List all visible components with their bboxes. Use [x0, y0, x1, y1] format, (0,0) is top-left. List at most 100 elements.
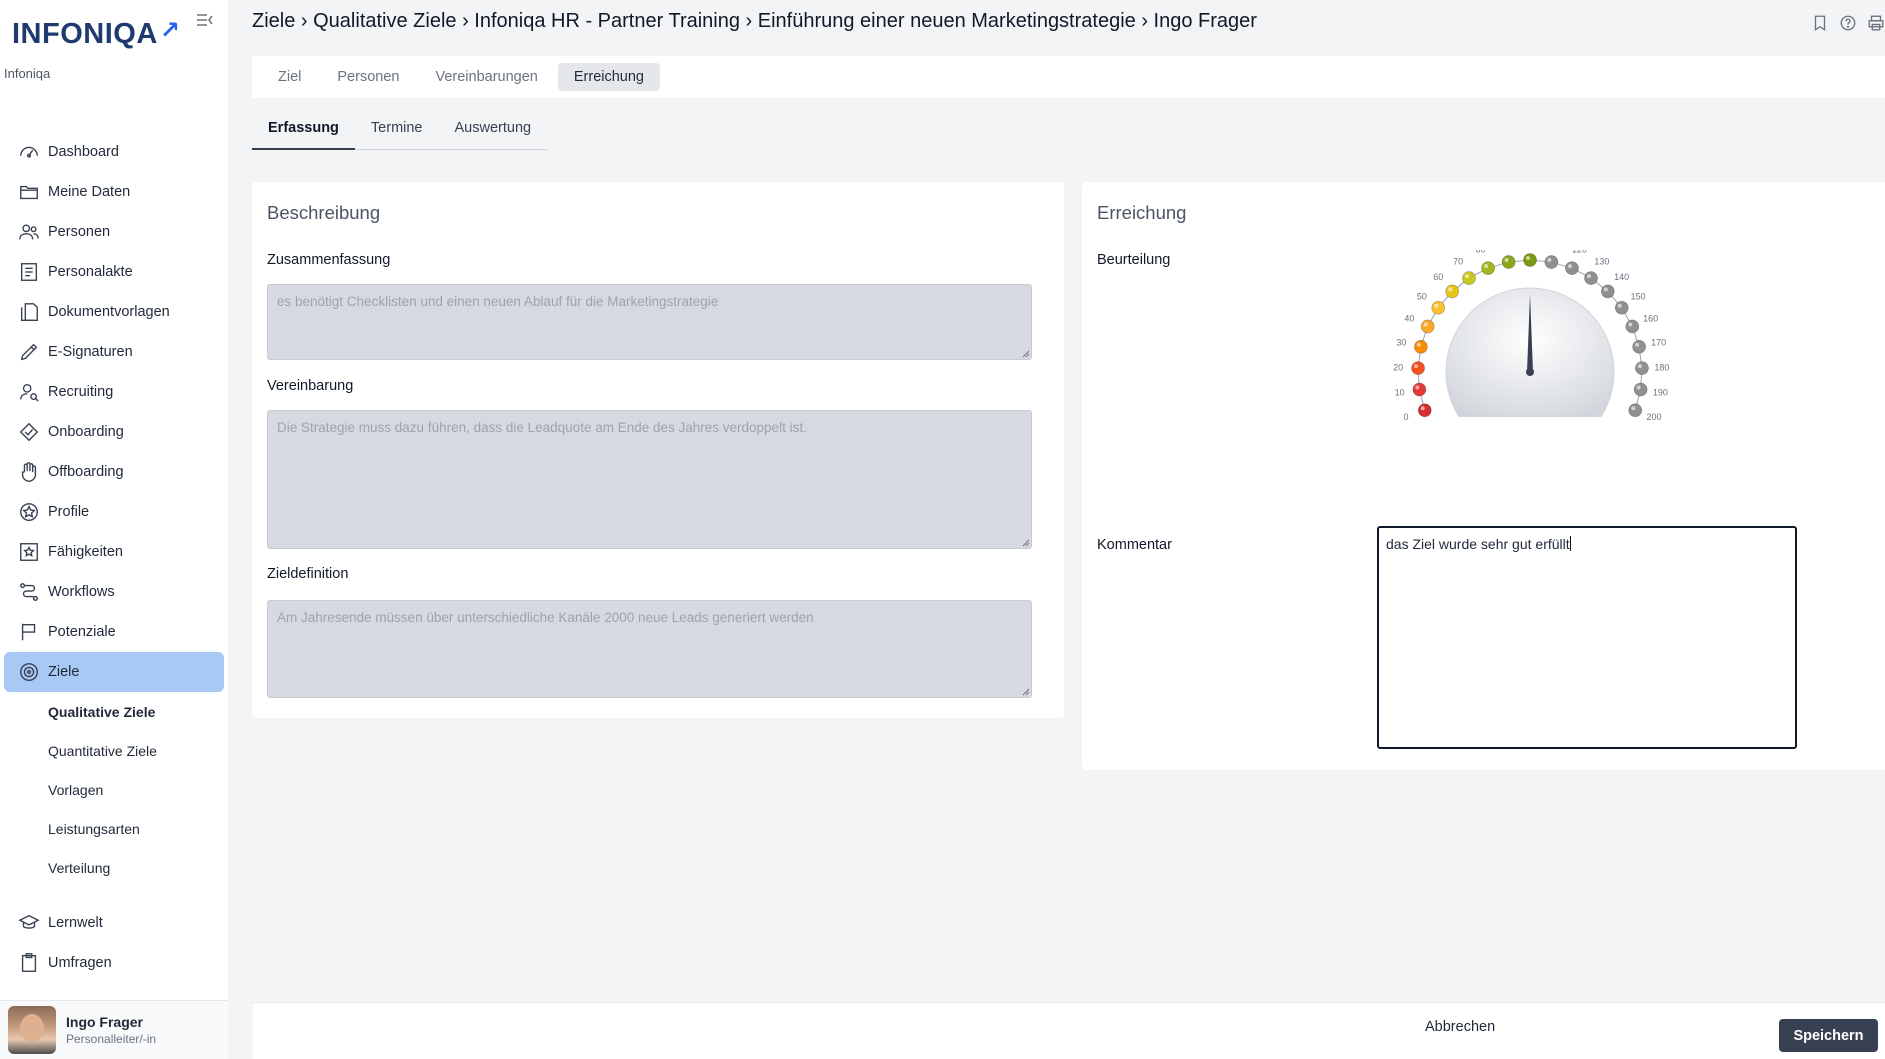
sidebar-item-label: Profile	[48, 504, 90, 520]
zusammenfassung-field[interactable]: es benötigt Checklisten und einen neuen …	[267, 284, 1032, 360]
file-list-icon	[20, 263, 38, 281]
gauge-tick-90[interactable]	[1501, 255, 1516, 269]
gauge-label: 130	[1594, 256, 1609, 266]
subtab-erfassung[interactable]: Erfassung	[252, 114, 355, 150]
tab-vereinbarungen[interactable]: Vereinbarungen	[419, 63, 553, 91]
gauge-tick-200[interactable]	[1628, 403, 1643, 418]
comment-input[interactable]: das Ziel wurde sehr gut erfüllt	[1377, 526, 1797, 749]
subtab-auswertung[interactable]: Auswertung	[439, 114, 548, 149]
resize-handle-icon[interactable]	[1022, 539, 1030, 547]
sidebar-item-personen[interactable]: Personen	[4, 212, 224, 252]
gauge-tick-highlight	[1617, 303, 1622, 308]
gauge-tick-50[interactable]	[1431, 300, 1446, 315]
sidebar-item-potenziale[interactable]: Potenziale	[4, 612, 224, 652]
sidebar-subitem-vorlagen[interactable]: Vorlagen	[0, 770, 228, 809]
gauge-tick-highlight	[1567, 264, 1572, 269]
gauge-tick-highlight	[1415, 385, 1420, 390]
gauge-tick-highlight	[1423, 322, 1428, 327]
gauge-tick-70[interactable]	[1462, 271, 1476, 285]
gauge-label: 10	[1395, 388, 1405, 398]
gauge-tick-highlight	[1416, 342, 1421, 347]
subtab-termine[interactable]: Termine	[355, 114, 439, 149]
gauge-tick-highlight	[1637, 364, 1642, 369]
text-cursor	[1569, 536, 1571, 551]
sidebar-item-faehigkeiten[interactable]: Fähigkeiten	[4, 532, 224, 572]
gauge-tick-30[interactable]	[1413, 339, 1428, 354]
comment-value: das Ziel wurde sehr gut erfüllt	[1386, 536, 1570, 552]
resize-handle-icon[interactable]	[1022, 688, 1030, 696]
sidebar-item-workflows[interactable]: Workflows	[4, 572, 224, 612]
collapse-sidebar-icon[interactable]	[196, 12, 214, 28]
user-card[interactable]: Ingo Frager Personalleiter/-in	[0, 1000, 228, 1059]
gauge-tick-60[interactable]	[1445, 284, 1460, 299]
tab-erreichung[interactable]: Erreichung	[557, 63, 660, 91]
sidebar-item-onboarding[interactable]: Onboarding	[4, 412, 224, 452]
sidebar-subitem-verteilung[interactable]: Verteilung	[0, 848, 228, 887]
sidebar-item-offboarding[interactable]: Offboarding	[4, 452, 224, 492]
main-nav: Dashboard Meine Daten Personen Personala…	[0, 132, 228, 983]
sidebar-subitem-quantitative-ziele[interactable]: Quantitative Ziele	[0, 731, 228, 770]
tab-ziel[interactable]: Ziel	[262, 63, 317, 91]
gauge-tick-190[interactable]	[1633, 382, 1648, 397]
vereinbarung-field[interactable]: Die Strategie muss dazu führen, dass die…	[267, 410, 1032, 549]
rating-gauge[interactable]: 0102030405060708090100110120130140150160…	[1370, 250, 1690, 500]
field-label-zieldefinition: Zieldefinition	[267, 566, 349, 582]
save-button[interactable]: Speichern	[1779, 1019, 1878, 1052]
gauge-tick-150[interactable]	[1614, 300, 1629, 315]
sidebar-item-recruiting[interactable]: Recruiting	[4, 372, 224, 412]
sidebar-item-dashboard[interactable]: Dashboard	[4, 132, 224, 172]
sub-tabs: Erfassung Termine Auswertung	[252, 114, 548, 150]
card-title: Erreichung	[1097, 202, 1187, 223]
resize-handle-icon[interactable]	[1022, 350, 1030, 358]
gauge-tick-10[interactable]	[1412, 382, 1427, 397]
tab-personen[interactable]: Personen	[321, 63, 415, 91]
sidebar-item-ziele[interactable]: Ziele	[4, 652, 224, 692]
gauge-tick-130[interactable]	[1584, 271, 1598, 285]
gauge-tick-140[interactable]	[1600, 284, 1615, 299]
org-name: Infoniqa	[4, 66, 51, 81]
sidebar-item-personalakte[interactable]: Personalakte	[4, 252, 224, 292]
sidebar-item-meine-daten[interactable]: Meine Daten	[4, 172, 224, 212]
gauge-tick-highlight	[1635, 342, 1640, 347]
zieldefinition-field[interactable]: Am Jahresende müssen über unterschiedlic…	[267, 600, 1032, 698]
target-icon	[20, 663, 38, 681]
bookmark-icon[interactable]	[1811, 14, 1829, 32]
gauge-label: 180	[1654, 362, 1669, 372]
gauge-tick-120[interactable]	[1565, 261, 1579, 276]
gauge-tick-180[interactable]	[1635, 361, 1649, 375]
gauge-label: 80	[1476, 250, 1486, 255]
cancel-button[interactable]: Abbrechen	[1425, 1019, 1495, 1035]
gauge-tick-110[interactable]	[1544, 255, 1559, 269]
sidebar-item-label: Onboarding	[48, 424, 124, 440]
logo-text: INFONIQA	[12, 18, 158, 50]
gauge-label: 190	[1653, 388, 1668, 398]
top-tabs: Ziel Personen Vereinbarungen Erreichung	[252, 56, 1885, 98]
gauge-tick-160[interactable]	[1625, 319, 1640, 334]
help-icon[interactable]	[1839, 14, 1857, 32]
field-label-vereinbarung: Vereinbarung	[267, 378, 354, 394]
gauge-tick-highlight	[1484, 264, 1489, 269]
dashboard-icon	[20, 146, 38, 158]
card-title: Beschreibung	[267, 202, 381, 223]
sidebar-item-dokumentvorlagen[interactable]: Dokumentvorlagen	[4, 292, 224, 332]
gauge-tick-170[interactable]	[1632, 339, 1647, 354]
sidebar-item-lernwelt[interactable]: Lernwelt	[4, 903, 224, 943]
sidebar-item-umfragen[interactable]: Umfragen	[4, 943, 224, 983]
logo[interactable]: INFONIQA ↗	[12, 17, 180, 51]
gauge-tick-20[interactable]	[1411, 361, 1425, 375]
sidebar-item-profile[interactable]: Profile	[4, 492, 224, 532]
gauge-label: 170	[1651, 337, 1666, 347]
sidebar-item-label: Dokumentvorlagen	[48, 304, 170, 320]
gauge-tick-80[interactable]	[1481, 261, 1495, 276]
sidebar-subitem-qualitative-ziele[interactable]: Qualitative Ziele	[0, 692, 228, 731]
gauge-tick-highlight	[1414, 364, 1419, 369]
people-icon	[19, 224, 39, 240]
gauge-tick-0[interactable]	[1417, 403, 1432, 418]
gauge-tick-100[interactable]	[1523, 253, 1537, 267]
print-icon[interactable]	[1867, 14, 1885, 32]
gauge-label: 50	[1417, 291, 1427, 301]
gauge-tick-40[interactable]	[1420, 319, 1435, 334]
gauge-tick-highlight	[1586, 274, 1591, 279]
sidebar-subitem-leistungsarten[interactable]: Leistungsarten	[0, 809, 228, 848]
sidebar-item-e-signaturen[interactable]: E-Signaturen	[4, 332, 224, 372]
